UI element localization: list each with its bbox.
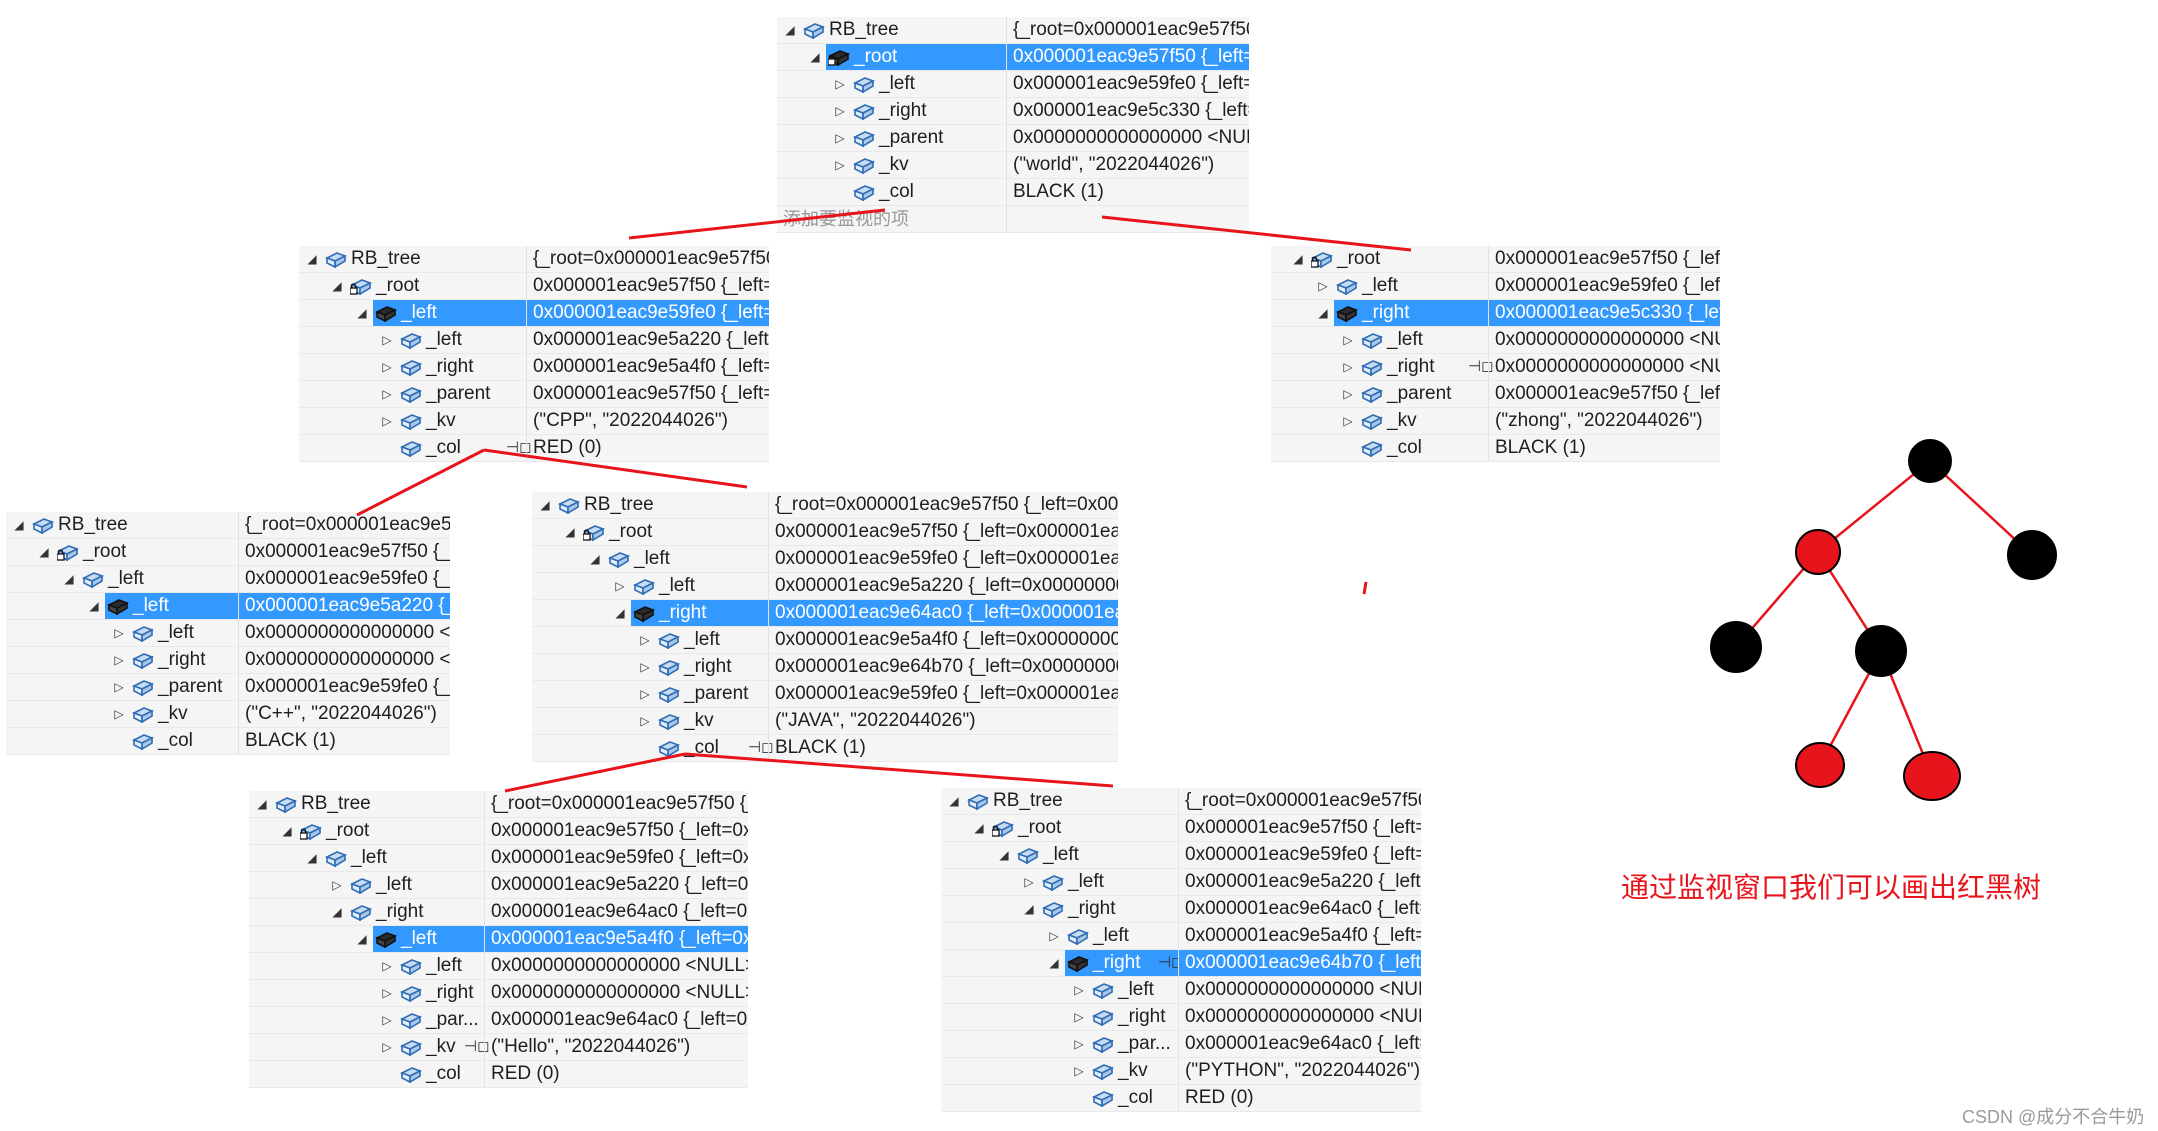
red-tree-node bbox=[1795, 742, 1845, 788]
stray-mark bbox=[1362, 581, 1368, 595]
black-tree-node bbox=[2007, 530, 2057, 580]
connector-cpp-to-cpp-left bbox=[356, 448, 485, 517]
connector-cpp-to-java bbox=[483, 448, 748, 489]
black-tree-node bbox=[1710, 621, 1762, 673]
connector-java-to-python bbox=[684, 752, 1114, 788]
black-tree-node bbox=[1855, 625, 1907, 677]
connector-root-to-left bbox=[628, 208, 886, 240]
red-tree-node bbox=[1795, 529, 1841, 575]
black-tree-node bbox=[1908, 439, 1952, 483]
red-black-tree-diagram bbox=[1710, 439, 2057, 801]
annotation-layer bbox=[356, 208, 2057, 801]
red-tree-node bbox=[1903, 751, 1961, 801]
connector-root-to-right bbox=[1101, 215, 1412, 252]
caption: 通过监视窗口我们可以画出红黑树 bbox=[1621, 871, 2042, 904]
watermark: CSDN @成分不合牛奶 bbox=[1962, 1107, 2145, 1127]
connector-java-to-hello bbox=[504, 752, 686, 793]
